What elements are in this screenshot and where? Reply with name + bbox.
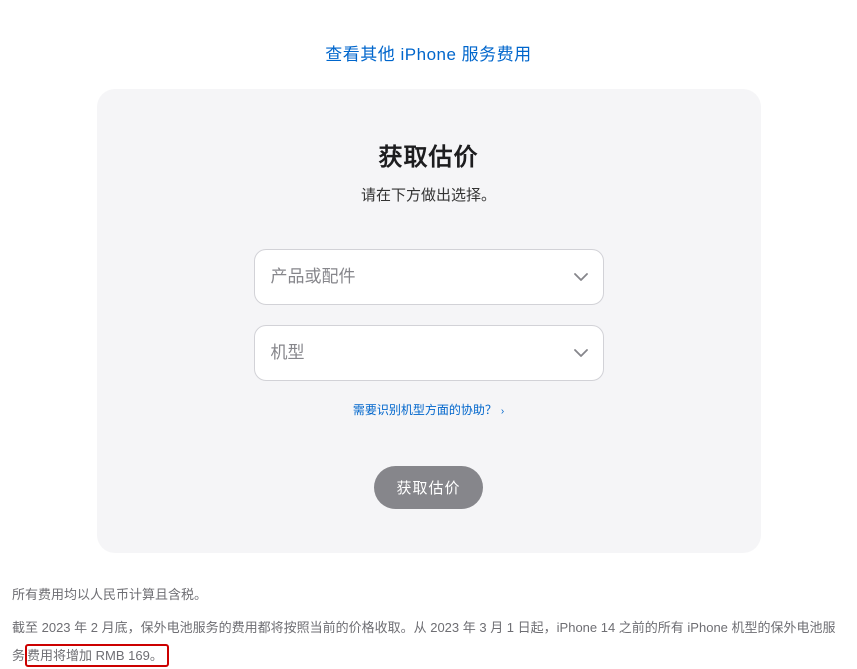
model-select[interactable] — [254, 325, 604, 381]
card-subtitle: 请在下方做出选择。 — [137, 184, 721, 205]
product-select[interactable] — [254, 249, 604, 305]
note-price-change: 截至 2023 年 2 月底，保外电池服务的费用都将按照当前的价格收取。从 20… — [12, 614, 845, 669]
note-price-highlight: 费用将增加 RMB 169。 — [25, 644, 169, 667]
card-title: 获取估价 — [137, 137, 721, 172]
estimate-card: 获取估价 请在下方做出选择。 需要识别机型方面的协助？ › 获取估价 — [97, 89, 761, 553]
note-tax: 所有费用均以人民币计算且含税。 — [12, 581, 845, 608]
chevron-right-icon: › — [501, 406, 504, 417]
help-link-text: 需要识别机型方面的协助？ — [353, 403, 497, 417]
identify-model-help-link[interactable]: 需要识别机型方面的协助？ › — [353, 403, 504, 417]
other-iphone-fees-link[interactable]: 查看其他 iPhone 服务费用 — [325, 45, 531, 64]
get-estimate-button[interactable]: 获取估价 — [374, 466, 482, 509]
